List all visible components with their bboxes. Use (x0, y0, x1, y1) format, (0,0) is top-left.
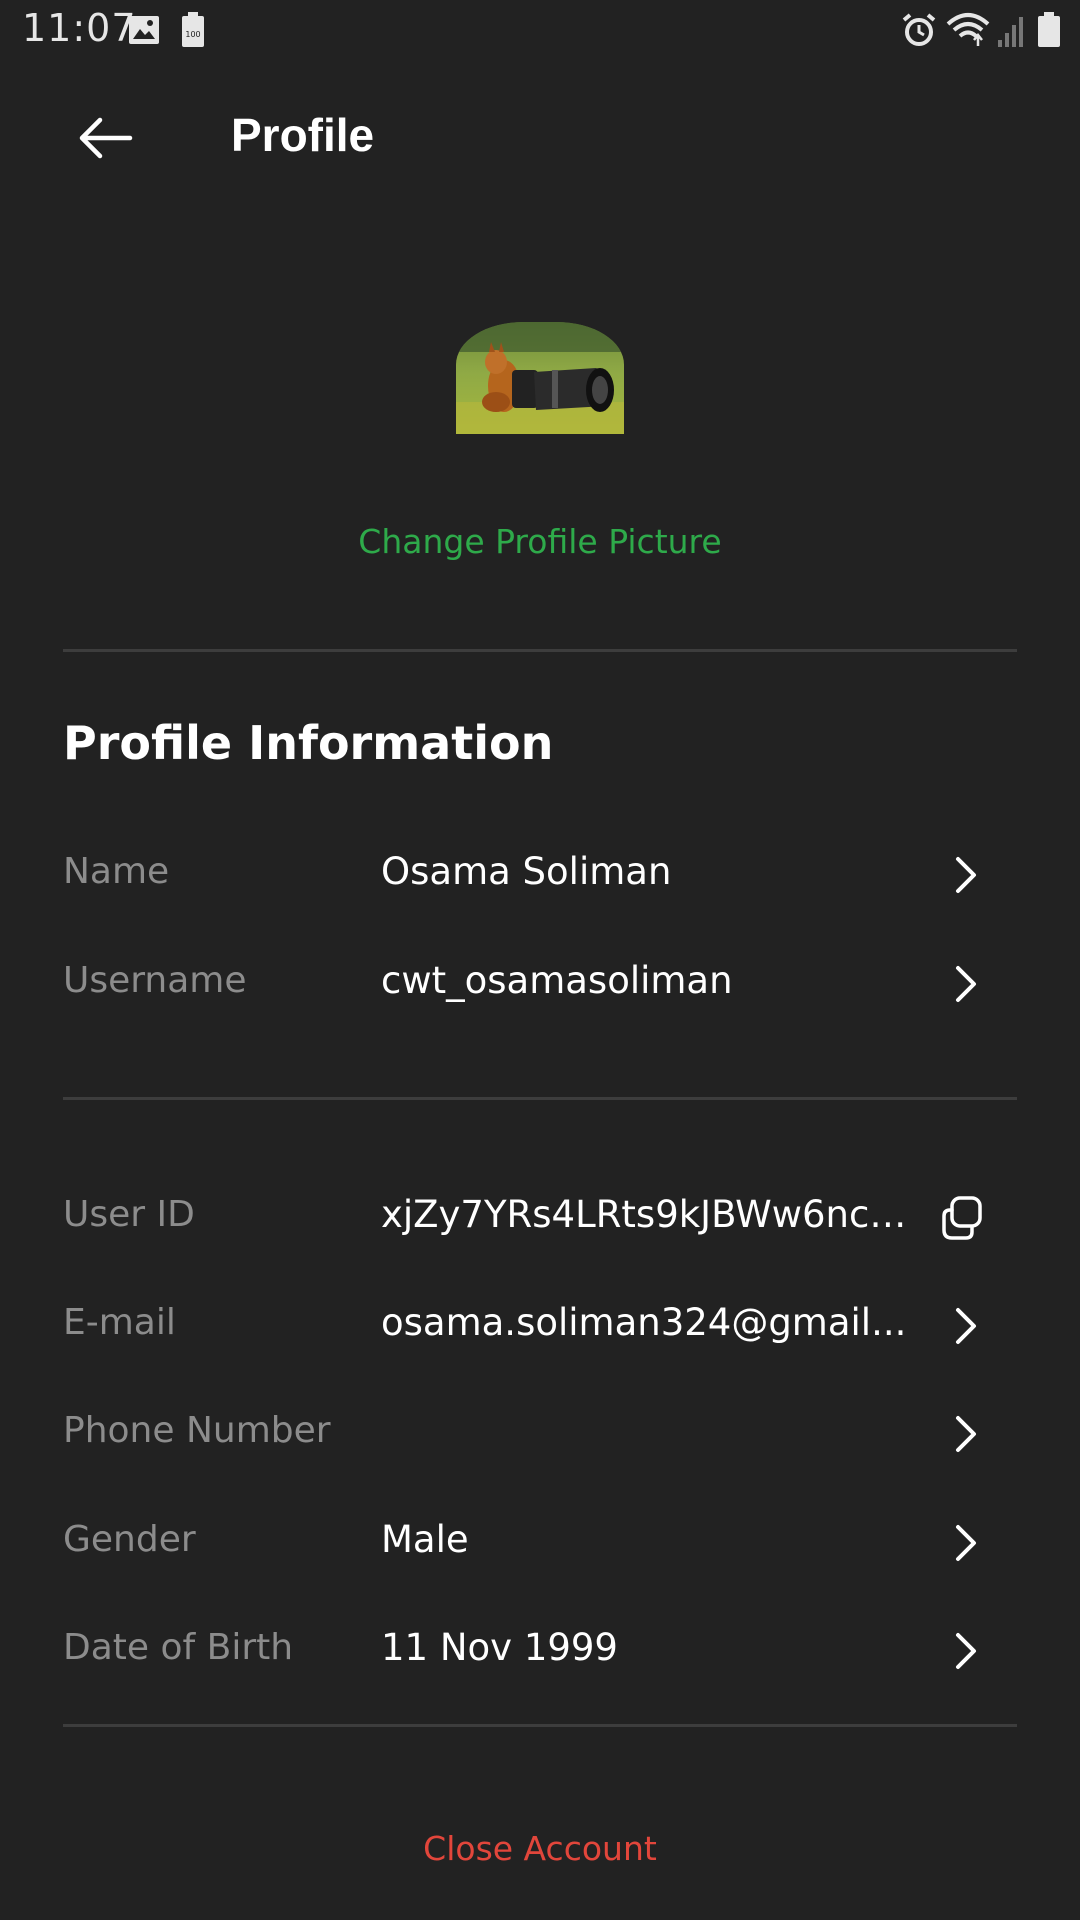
username-row[interactable]: Username cwt_osamasoliman (0, 932, 1080, 1032)
row-value: cwt_osamasoliman (381, 959, 733, 1002)
row-label: E-mail (63, 1302, 176, 1343)
back-button[interactable] (76, 110, 156, 166)
chevron-right-icon (956, 1633, 976, 1669)
alarm-icon (902, 13, 936, 46)
change-profile-picture-link[interactable]: Change Profile Picture (0, 522, 1080, 561)
wifi-icon (946, 13, 990, 46)
copy-icon[interactable] (936, 1192, 988, 1244)
row-label: User ID (63, 1194, 195, 1235)
user-id-row[interactable]: User ID xjZy7YRs4LRts9kJBWw6nc5... (0, 1166, 1080, 1266)
gender-row[interactable]: Gender Male (0, 1491, 1080, 1591)
section-title: Profile Information (63, 716, 554, 770)
profile-photo (456, 322, 624, 434)
chevron-right-icon (956, 966, 976, 1002)
divider (63, 1724, 1017, 1727)
row-label: Name (63, 851, 170, 892)
divider (63, 1097, 1017, 1100)
svg-text:100: 100 (185, 30, 200, 39)
battery-saver-icon: 100 (182, 12, 204, 47)
row-value: Male (381, 1518, 469, 1561)
row-label: Gender (63, 1519, 196, 1560)
battery-icon (1038, 12, 1060, 47)
phone-number-row[interactable]: Phone Number (0, 1382, 1080, 1482)
chevron-right-icon (956, 1308, 976, 1344)
signal-icon (998, 17, 1023, 47)
row-value: xjZy7YRs4LRts9kJBWw6nc5... (381, 1193, 911, 1236)
chevron-right-icon (956, 857, 976, 893)
row-value: 11 Nov 1999 (381, 1626, 618, 1669)
email-row[interactable]: E-mail osama.soliman324@gmail... (0, 1274, 1080, 1374)
row-label: Date of Birth (63, 1627, 294, 1668)
status-bar: 11:07 100 (0, 0, 1080, 64)
chevron-right-icon (956, 1525, 976, 1561)
divider (63, 649, 1017, 652)
close-account-button[interactable]: Close Account (0, 1829, 1080, 1868)
name-row[interactable]: Name Osama Soliman (0, 823, 1080, 923)
row-value: Osama Soliman (381, 850, 672, 893)
date-of-birth-row[interactable]: Date of Birth 11 Nov 1999 (0, 1599, 1080, 1699)
row-label: Phone Number (63, 1410, 331, 1451)
arrow-left-icon (79, 117, 133, 159)
gallery-icon (129, 16, 159, 44)
page-title: Profile (231, 109, 375, 161)
app-bar: Profile (0, 64, 1080, 212)
status-time: 11:07 (22, 6, 137, 50)
row-value: osama.soliman324@gmail... (381, 1301, 907, 1344)
row-label: Username (63, 960, 247, 1001)
chevron-right-icon (956, 1416, 976, 1452)
avatar[interactable] (456, 322, 624, 434)
